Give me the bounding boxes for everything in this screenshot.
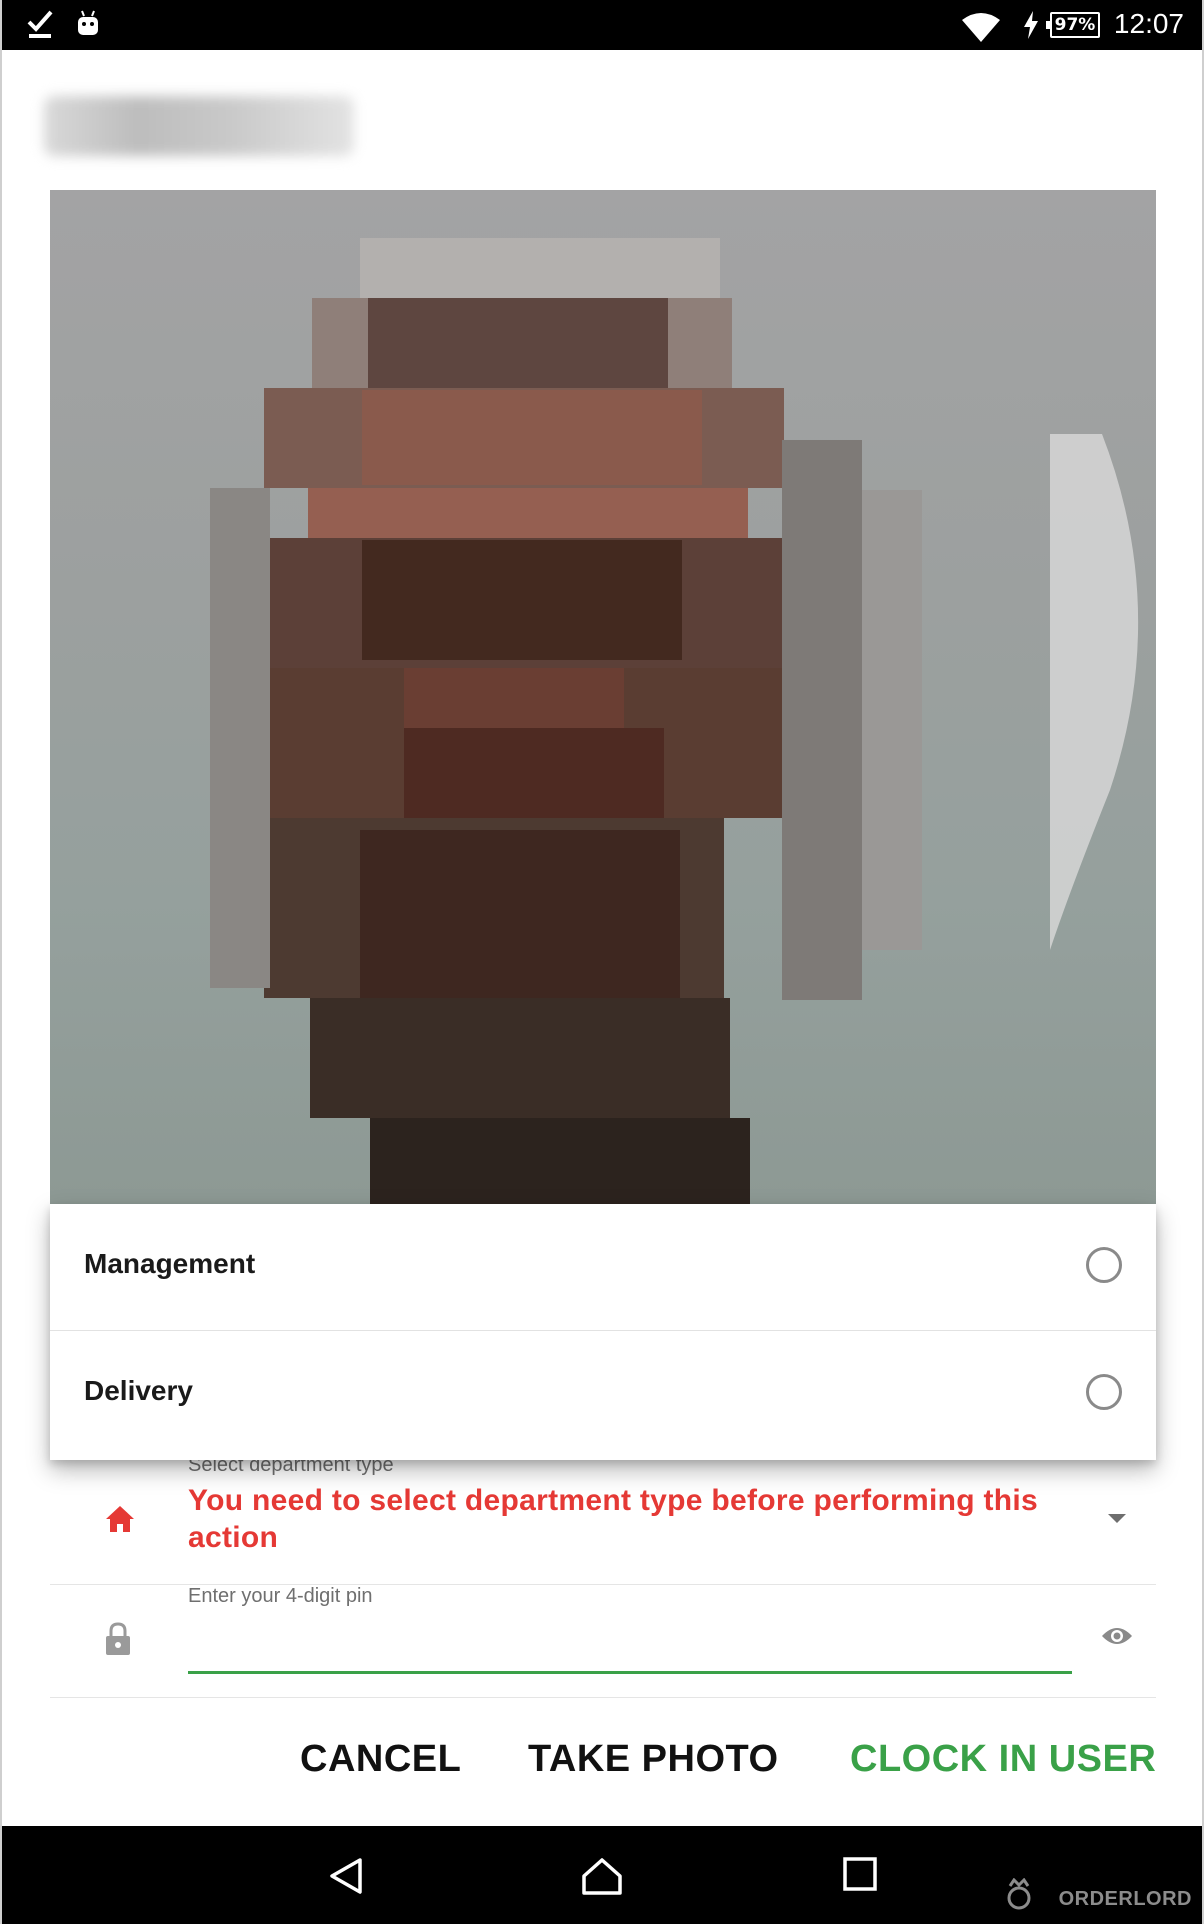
show-password-eye-icon[interactable] bbox=[1100, 1625, 1134, 1647]
cancel-button[interactable]: CANCEL bbox=[300, 1738, 461, 1781]
clock-in-user-button[interactable]: CLOCK IN USER bbox=[850, 1738, 1156, 1781]
download-done-icon bbox=[27, 10, 53, 38]
chevron-down-icon[interactable] bbox=[1108, 1514, 1126, 1523]
pixelated-face bbox=[210, 238, 922, 1204]
clock-time: 12:07 bbox=[1113, 8, 1184, 39]
wifi-icon bbox=[962, 13, 1000, 42]
radio-button[interactable] bbox=[1086, 1374, 1122, 1410]
recent-apps-icon[interactable] bbox=[842, 1856, 878, 1892]
department-option-label: Delivery bbox=[84, 1375, 193, 1406]
battery-indicator: 97% bbox=[1046, 12, 1100, 38]
watermark: ORDERLORD bbox=[1058, 1888, 1192, 1910]
take-photo-button[interactable]: TAKE PHOTO bbox=[528, 1738, 779, 1781]
home-icon bbox=[106, 1506, 134, 1532]
charging-icon bbox=[1024, 11, 1038, 39]
department-option-management[interactable]: Management bbox=[50, 1204, 1156, 1331]
department-dropdown: Management Delivery bbox=[50, 1204, 1156, 1460]
status-bar: 97% 12:07 bbox=[2, 0, 1202, 50]
department-error-message: You need to select department type befor… bbox=[188, 1484, 1039, 1554]
home-nav-icon[interactable] bbox=[580, 1856, 624, 1896]
clock-in-screen: 97% 12:07 Management Delivery Select dep… bbox=[0, 0, 1204, 1924]
user-photo bbox=[50, 190, 1156, 1204]
radio-button[interactable] bbox=[1086, 1247, 1122, 1283]
android-debug-icon bbox=[78, 10, 98, 35]
pin-field: Enter your 4-digit pin bbox=[50, 1585, 1156, 1698]
department-option-delivery[interactable]: Delivery bbox=[50, 1331, 1156, 1460]
lock-icon bbox=[106, 1622, 130, 1655]
orderlord-logo-icon bbox=[1007, 1878, 1031, 1910]
department-select-field[interactable]: Select department type You need to selec… bbox=[50, 1454, 1156, 1585]
user-name-redacted bbox=[44, 96, 354, 156]
department-option-label: Management bbox=[84, 1248, 256, 1279]
pin-field-label: Enter your 4-digit pin bbox=[188, 1585, 373, 1607]
back-icon[interactable] bbox=[328, 1856, 364, 1896]
pin-input[interactable] bbox=[188, 1615, 1072, 1674]
navigation-bar: ORDERLORD bbox=[2, 1826, 1202, 1924]
